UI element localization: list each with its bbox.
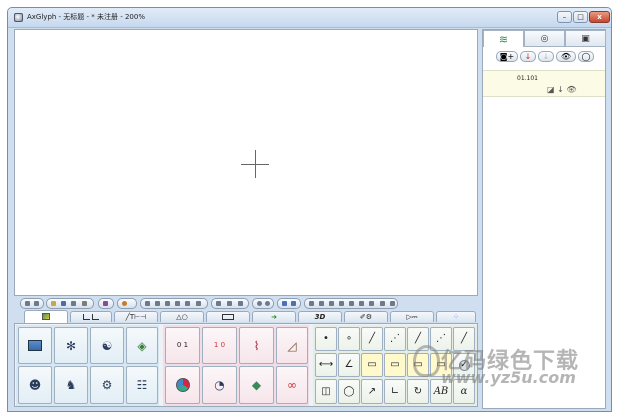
move-down-button[interactable]: ↓ (520, 51, 536, 62)
brain-icon-button[interactable]: ☯ (90, 327, 124, 364)
cube-icon: ◈ (137, 338, 147, 353)
tab-3d[interactable]: 3D (298, 311, 342, 322)
layer-name: 01.101 (517, 75, 538, 82)
app-icon[interactable] (14, 13, 23, 22)
close-button[interactable]: x (589, 11, 610, 23)
people-icon-button[interactable]: ✻ (54, 327, 88, 364)
rotate-button[interactable] (117, 298, 137, 309)
group-button[interactable] (252, 298, 274, 309)
tab-arrow[interactable]: ➜ (252, 311, 296, 322)
cube-icon-button[interactable]: ◈ (126, 327, 158, 364)
watermark-logo (413, 345, 440, 377)
frame-button[interactable]: ◫ (315, 379, 337, 404)
function-plot-icon: ⌇ (253, 338, 260, 353)
tab-properties[interactable]: ◎ (524, 30, 565, 47)
title-bar[interactable]: AxGlyph - 无标题 - * 未注册 - 200% – □ x (8, 8, 611, 28)
runner-icon: ♞ (65, 378, 77, 392)
tab-pen-gear[interactable]: ✐⚙ (344, 311, 388, 322)
tree-diagram-icon: ☷ (136, 378, 148, 392)
layer-row-icons[interactable]: ◪ ↓ 👁 (547, 85, 577, 94)
gear-head-icon-button[interactable]: ⚙ (90, 366, 124, 404)
drawing-canvas[interactable] (14, 29, 478, 296)
edit-toolbar (20, 298, 476, 310)
surface-plot-button[interactable]: ◆ (239, 366, 274, 404)
ellipse-curve-button[interactable]: ∞ (276, 366, 308, 404)
tree-icon-button[interactable]: ☷ (126, 366, 158, 404)
surface-plot-icon: ◆ (251, 378, 262, 392)
number-line-button[interactable]: 0 1 (165, 327, 200, 364)
image-insert-button[interactable] (18, 327, 52, 364)
tab-camera[interactable]: ▣ (565, 30, 606, 47)
add-layer-button[interactable]: ◙+ (496, 51, 518, 62)
dial-button[interactable]: ◔ (202, 366, 237, 404)
tab-electrical[interactable]: ▷⎓ (390, 311, 434, 322)
lock-button[interactable]: ◯ (578, 51, 594, 62)
new-doc-button-group[interactable] (20, 298, 44, 309)
window-title: AxGlyph - 无标题 - * 未注册 - 200% (27, 13, 145, 21)
camera-icon: ▣ (581, 33, 590, 44)
size-button-group[interactable] (304, 298, 398, 309)
callout-button-2[interactable]: ▭ (384, 353, 406, 377)
dial-icon: ◔ (214, 378, 225, 392)
area-chart-icon: ◿ (287, 338, 297, 353)
layer-toolbar: ◙+ ↓ ↓ 👁 ◯ (486, 51, 604, 63)
watermark-url: www.yz5u.com (441, 368, 576, 387)
order-button-group[interactable] (277, 298, 301, 309)
gear-head-icon: ⚙ (101, 378, 113, 392)
layer-item[interactable]: 01.101 ◪ ↓ 👁 (483, 70, 605, 97)
layers-icon: ≋ (498, 32, 509, 46)
tab-chart[interactable] (70, 311, 112, 322)
runner-icon-button[interactable]: ♞ (54, 366, 88, 404)
head-icon: ☻ (28, 378, 42, 392)
bar-gauge-button[interactable]: 1 0 (202, 327, 237, 364)
dimension-button[interactable]: ⟷ (315, 353, 337, 377)
symbol-palette: ✻ ☯ ◈ ☻ ♞ ⚙ ☷ 0 1 1 0 ⌇ ◿ ◔ ◆ ∞ • ∘ ╱ ⋰ … (14, 323, 478, 407)
app-window: AxGlyph - 无标题 - * 未注册 - 200% – □ x ╱T⊢⊣ … (7, 7, 612, 412)
move-up-button[interactable]: ↓ (538, 51, 554, 62)
circle-point-button[interactable]: ∘ (338, 327, 360, 351)
file-button-group[interactable] (46, 298, 94, 309)
tab-shapes[interactable]: △○ (160, 311, 204, 322)
palette-group-charts: 0 1 1 0 ⌇ ◿ ◔ ◆ ∞ (163, 325, 309, 406)
function-plot-button[interactable]: ⌇ (239, 327, 274, 364)
align-button-group[interactable] (140, 298, 208, 309)
palette-tabbar: ╱T⊢⊣ △○ ➜ 3D ✐⚙ ▷⎓ ⁘ (14, 310, 478, 323)
tab-text[interactable]: ╱T⊢⊣ (114, 311, 158, 322)
dotted-line-button[interactable]: ⋰ (384, 327, 406, 351)
tab-dots[interactable]: ⁘ (436, 311, 476, 322)
vector-arrow-button[interactable]: ↗ (361, 379, 383, 404)
angle-button[interactable]: ∠ (338, 353, 360, 377)
brain-icon: ☯ (101, 338, 113, 353)
minimize-button[interactable]: – (557, 11, 572, 23)
pie-chart-button[interactable] (165, 366, 200, 404)
area-chart-button[interactable]: ◿ (276, 327, 308, 364)
curve-icon: ∞ (287, 378, 297, 392)
tab-image[interactable] (24, 310, 68, 323)
maximize-button[interactable]: □ (573, 11, 588, 23)
ellipse-button[interactable]: ◯ (338, 379, 360, 404)
visibility-button[interactable]: 👁 (556, 51, 576, 62)
head-icon-button[interactable]: ☻ (18, 366, 52, 404)
grid-button[interactable] (98, 298, 114, 309)
properties-icon: ◎ (540, 33, 549, 44)
arc-arrow-button[interactable]: ↻ (407, 379, 429, 404)
crosshair-cursor-vertical (255, 150, 256, 178)
tab-connector[interactable] (206, 311, 250, 322)
point-button[interactable]: • (315, 327, 337, 351)
line-button[interactable]: ╱ (361, 327, 383, 351)
tab-layers[interactable]: ≋ (483, 30, 524, 47)
people-icon: ✻ (65, 338, 77, 353)
right-angle-button[interactable]: ∟ (384, 379, 406, 404)
distribute-button-group[interactable] (211, 298, 249, 309)
palette-group-images: ✻ ☯ ◈ ☻ ♞ ⚙ ☷ (16, 325, 159, 406)
callout-button-1[interactable]: ▭ (361, 353, 383, 377)
